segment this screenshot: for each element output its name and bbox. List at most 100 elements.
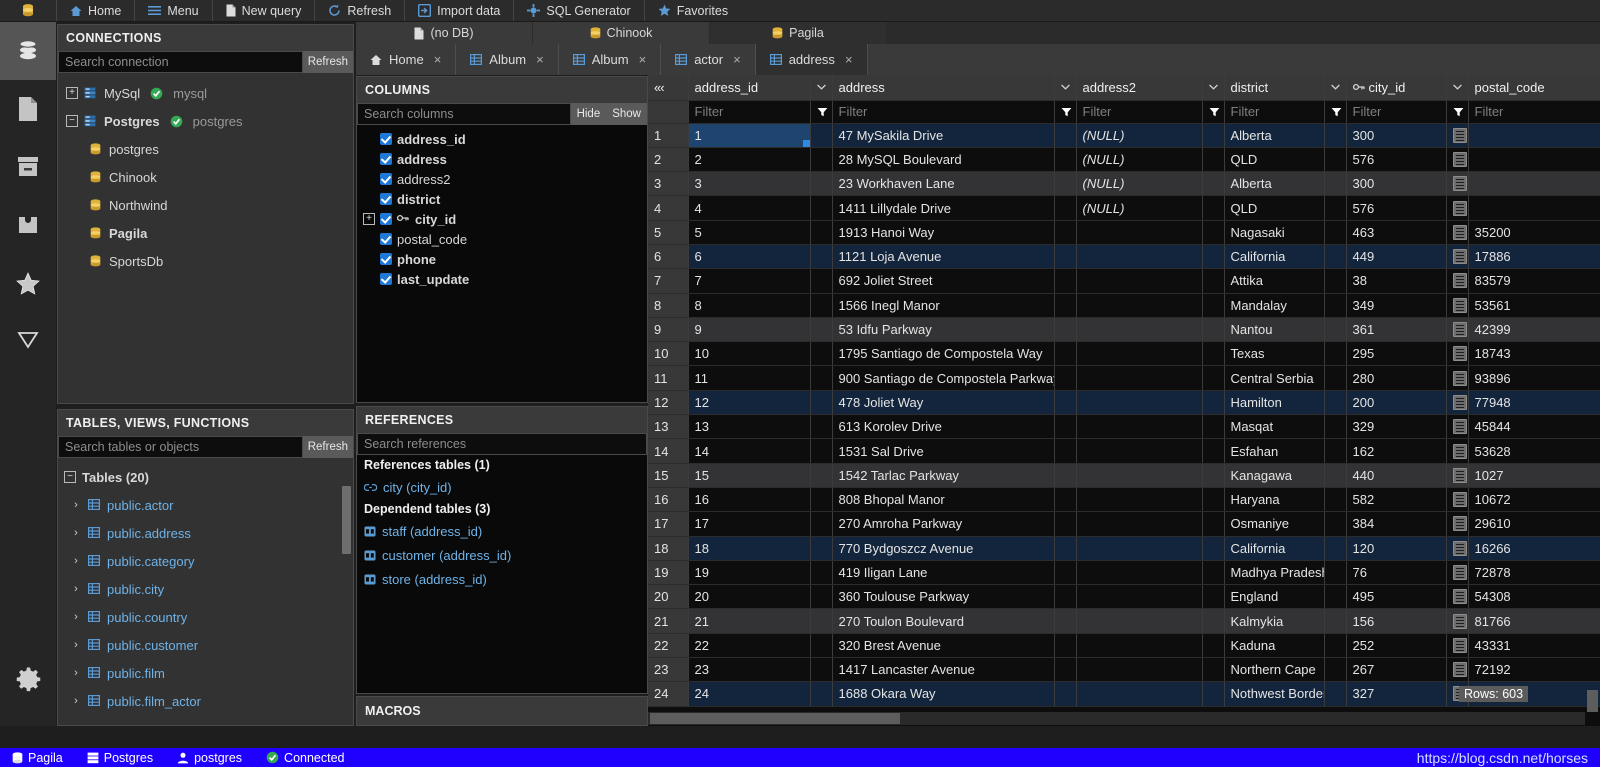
cell-address2[interactable]: (NULL) xyxy=(1076,123,1203,148)
cell-address-id[interactable]: 7 xyxy=(688,268,811,294)
toolbar-refresh-button[interactable]: Refresh xyxy=(314,0,404,21)
tab-album-2[interactable]: Album × xyxy=(559,44,662,75)
cell-address[interactable]: 1542 Tarlac Parkway xyxy=(832,463,1055,488)
grid-header-address_id[interactable]: address_id xyxy=(688,75,811,101)
cell-city-id-detail-button[interactable] xyxy=(1446,560,1469,586)
row-detail-icon[interactable] xyxy=(1452,613,1467,629)
cell-address[interactable]: 270 Amroha Parkway xyxy=(832,511,1055,537)
column-visibility-checkbox[interactable] xyxy=(380,193,392,205)
tables-scrollbar-thumb[interactable] xyxy=(342,486,351,554)
cell-address-id[interactable]: 1 xyxy=(688,123,811,148)
cell-city-id-detail-button[interactable] xyxy=(1446,341,1469,367)
table-row[interactable]: 19 19 419 Iligan Lane Madhya Pradesh 76 72878 xyxy=(648,560,1600,586)
cell-city-id[interactable]: 295 xyxy=(1346,341,1447,367)
cell-city-id-detail-button[interactable] xyxy=(1446,220,1469,245)
chevron-right-icon[interactable]: › xyxy=(70,639,82,651)
cell-district[interactable]: Alberta xyxy=(1224,171,1325,197)
cell-city-id[interactable]: 200 xyxy=(1346,390,1447,416)
cell-postal-code[interactable]: 18743 xyxy=(1468,341,1600,367)
cell-postal-code[interactable]: 35200 xyxy=(1468,220,1600,245)
column-visibility-checkbox[interactable] xyxy=(380,153,392,165)
cell-address-id[interactable]: 22 xyxy=(688,633,811,659)
grid-filter-input-address_id[interactable]: Filter xyxy=(688,100,811,124)
table-item-public-city[interactable]: › public.city xyxy=(58,575,353,603)
table-row[interactable]: 2 2 28 MySQL Boulevard (NULL) QLD 576 xyxy=(648,147,1600,173)
cell-postal-code[interactable]: 53628 xyxy=(1468,438,1600,464)
toolbar-favorites-button[interactable]: Favorites xyxy=(643,0,741,21)
cell-postal-code[interactable]: 54308 xyxy=(1468,584,1600,610)
cell-city-id-detail-button[interactable] xyxy=(1446,293,1469,318)
grid-header-dropdown-address[interactable] xyxy=(1054,75,1077,101)
table-row[interactable]: 8 8 1566 Inegl Manor Mandalay 349 53561 xyxy=(648,293,1600,318)
search-tables-input[interactable] xyxy=(58,436,303,458)
cell-district[interactable]: Haryana xyxy=(1224,487,1325,513)
cell-address[interactable]: 270 Toulon Boulevard xyxy=(832,608,1055,634)
cell-city-id[interactable]: 162 xyxy=(1346,438,1447,464)
row-detail-icon[interactable] xyxy=(1452,467,1467,483)
cell-address[interactable]: 478 Joliet Way xyxy=(832,390,1055,416)
cell-address2[interactable] xyxy=(1076,463,1203,488)
dependent-table-row[interactable]: staff (address_id) xyxy=(357,519,647,543)
cell-district[interactable]: England xyxy=(1224,584,1325,610)
cell-city-id-detail-button[interactable] xyxy=(1446,147,1469,173)
cell-city-id[interactable]: 300 xyxy=(1346,123,1447,148)
dependent-table-row[interactable]: store (address_id) xyxy=(357,567,647,591)
cell-address2[interactable] xyxy=(1076,438,1203,464)
table-row[interactable]: 6 6 1121 Loja Avenue California 449 17886 xyxy=(648,244,1600,270)
cell-city-id[interactable]: 300 xyxy=(1346,171,1447,197)
cell-city-id-detail-button[interactable] xyxy=(1446,463,1469,488)
column-item-address_id[interactable]: address_id xyxy=(357,129,647,149)
row-detail-icon[interactable] xyxy=(1452,370,1467,386)
grid-header-dropdown-address_id[interactable] xyxy=(810,75,833,101)
cell-city-id-detail-button[interactable] xyxy=(1446,487,1469,513)
row-detail-icon[interactable] xyxy=(1452,637,1467,653)
cell-city-id[interactable]: 495 xyxy=(1346,584,1447,610)
cell-address-id[interactable]: 20 xyxy=(688,584,811,610)
cell-address-id[interactable]: 9 xyxy=(688,317,811,343)
expand-icon[interactable]: + xyxy=(363,213,375,225)
chevron-right-icon[interactable]: › xyxy=(70,667,82,679)
cell-address-id[interactable]: 11 xyxy=(688,365,811,391)
row-detail-icon[interactable] xyxy=(1452,249,1467,265)
cell-postal-code[interactable]: 93896 xyxy=(1468,365,1600,391)
grid-filter-button-address_id[interactable] xyxy=(810,100,833,124)
column-visibility-checkbox[interactable] xyxy=(380,213,392,225)
toolbar-home-button[interactable]: Home xyxy=(56,0,134,21)
cell-address2[interactable] xyxy=(1076,681,1203,707)
cell-address[interactable]: 419 Iligan Lane xyxy=(832,560,1055,586)
row-detail-icon[interactable] xyxy=(1452,443,1467,459)
cell-district[interactable]: Attika xyxy=(1224,268,1325,294)
cell-address[interactable]: 900 Santiago de Compostela Parkway xyxy=(832,365,1055,391)
column-visibility-checkbox[interactable] xyxy=(380,133,392,145)
cell-postal-code[interactable]: 83579 xyxy=(1468,268,1600,294)
cell-district[interactable]: Osmaniye xyxy=(1224,511,1325,537)
cell-city-id[interactable]: 252 xyxy=(1346,633,1447,659)
row-detail-icon[interactable] xyxy=(1452,492,1467,508)
column-visibility-checkbox[interactable] xyxy=(380,273,392,285)
cell-address-id[interactable]: 19 xyxy=(688,560,811,586)
table-row[interactable]: 17 17 270 Amroha Parkway Osmaniye 384 29610 xyxy=(648,511,1600,537)
grid-header-dropdown-district[interactable] xyxy=(1324,75,1347,101)
cell-address2[interactable] xyxy=(1076,293,1203,318)
table-row[interactable]: 7 7 692 Joliet Street Attika 38 83579 xyxy=(648,268,1600,294)
chevron-right-icon[interactable]: › xyxy=(70,499,82,511)
grid-filter-button-address[interactable] xyxy=(1054,100,1077,124)
table-row[interactable]: 16 16 808 Bhopal Manor Haryana 582 10672 xyxy=(648,487,1600,513)
cell-postal-code[interactable]: 42399 xyxy=(1468,317,1600,343)
dependent-table-row[interactable]: customer (address_id) xyxy=(357,543,647,567)
cell-address2[interactable] xyxy=(1076,317,1203,343)
cell-city-id-detail-button[interactable] xyxy=(1446,584,1469,610)
cell-city-id[interactable]: 280 xyxy=(1346,365,1447,391)
cell-address-id[interactable]: 17 xyxy=(688,511,811,537)
chevron-right-icon[interactable]: › xyxy=(70,583,82,595)
cell-address[interactable]: 360 Toulouse Parkway xyxy=(832,584,1055,610)
cell-district[interactable]: Nagasaki xyxy=(1224,220,1325,245)
cell-address[interactable]: 808 Bhopal Manor xyxy=(832,487,1055,513)
cell-district[interactable]: Kanagawa xyxy=(1224,463,1325,488)
table-item-public-film_actor[interactable]: › public.film_actor xyxy=(58,687,353,715)
cell-address2[interactable] xyxy=(1076,560,1203,586)
close-icon[interactable]: × xyxy=(845,52,853,67)
cell-city-id[interactable]: 267 xyxy=(1346,657,1447,683)
cell-district[interactable]: Hamilton xyxy=(1224,390,1325,416)
cell-address2[interactable] xyxy=(1076,268,1203,294)
